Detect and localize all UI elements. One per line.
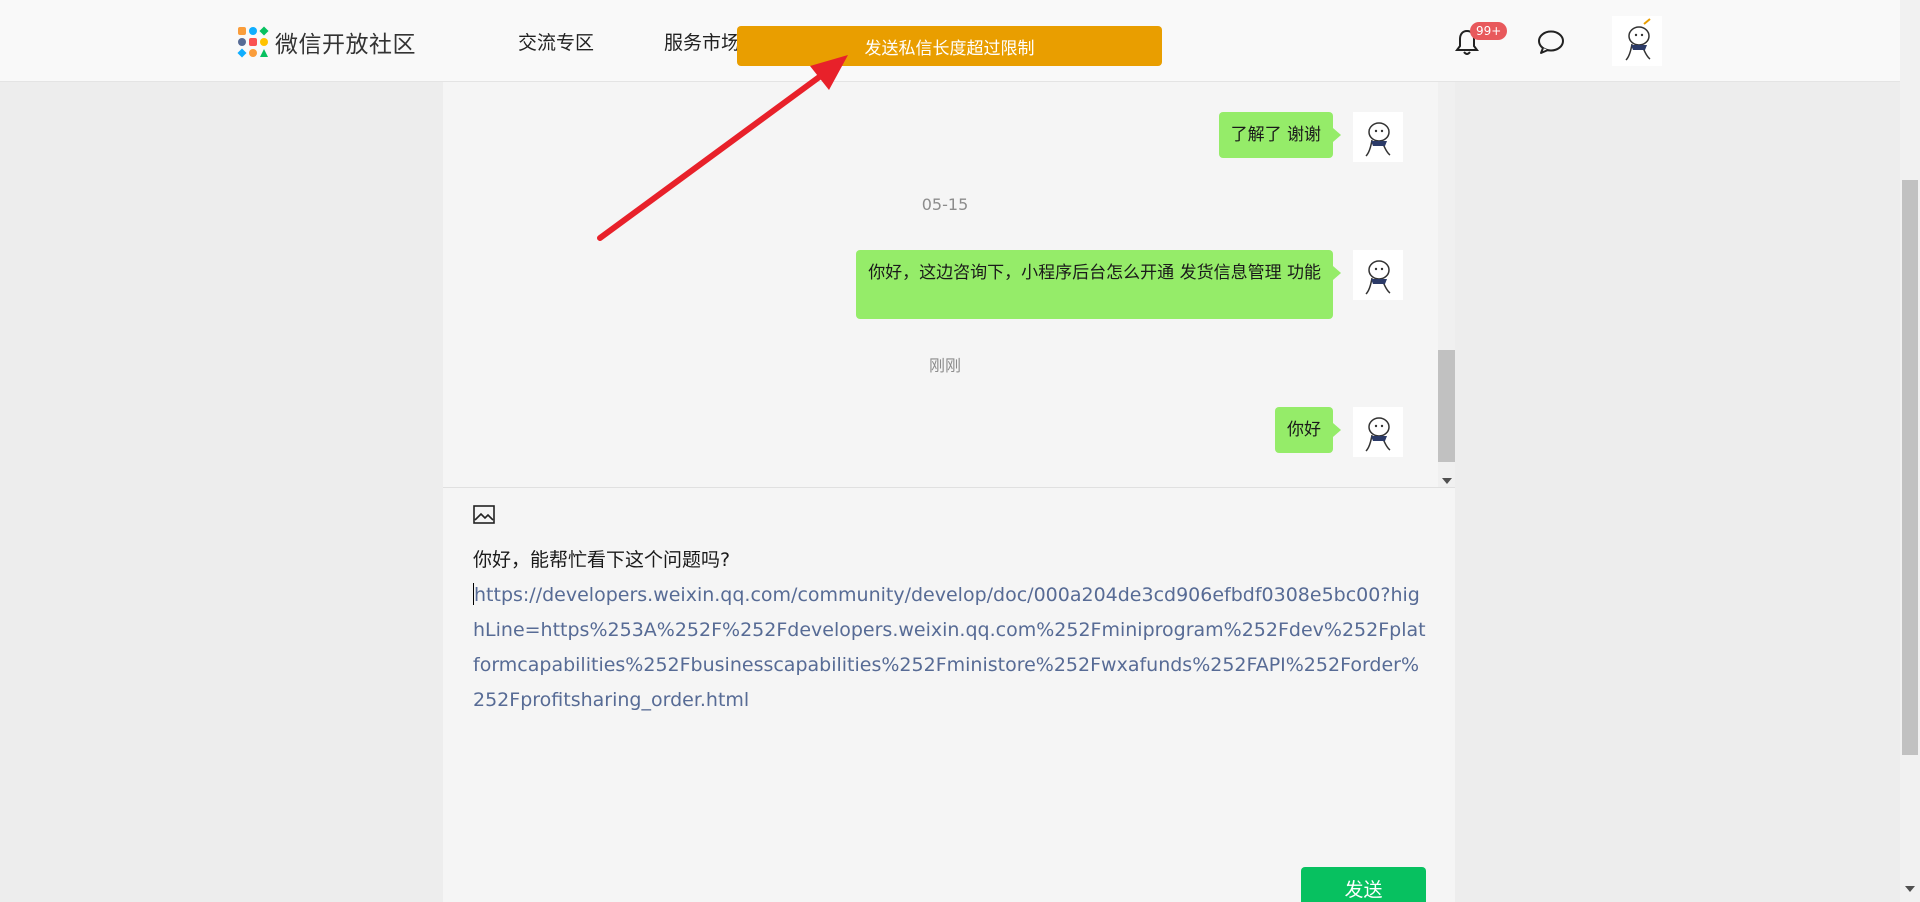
- page-scroll-down-arrow-icon[interactable]: [1905, 886, 1915, 892]
- message-row: 你好，这边咨询下，小程序后台怎么开通 发货信息管理 功能: [856, 250, 1403, 319]
- avatar-illustration-icon: [1625, 18, 1651, 61]
- logo-mark-icon: [237, 26, 269, 58]
- message-composer: 你好，能帮忙看下这个问题吗? https://developers.weixin…: [443, 488, 1455, 902]
- avatar-illustration-icon: [1365, 417, 1391, 452]
- avatar[interactable]: [1353, 250, 1403, 300]
- page-scroll-thumb[interactable]: [1902, 180, 1918, 755]
- nav-item-exchange[interactable]: 交流专区: [518, 28, 594, 55]
- chat-bubble-icon[interactable]: [1537, 29, 1565, 55]
- logo-text: 微信开放社区: [275, 32, 416, 58]
- avatar-illustration-icon: [1365, 260, 1391, 295]
- timestamp: 05-15: [921, 195, 969, 214]
- avatar[interactable]: [1353, 407, 1403, 457]
- composer-link: https://developers.weixin.qq.com/communi…: [473, 584, 1426, 711]
- image-upload-icon[interactable]: [473, 505, 495, 524]
- message-row: 你好: [1275, 407, 1403, 457]
- message-bubble: 你好，这边咨询下，小程序后台怎么开通 发货信息管理 功能: [856, 250, 1341, 319]
- message-input[interactable]: 你好，能帮忙看下这个问题吗? https://developers.weixin…: [473, 543, 1428, 718]
- chat-scrollbar[interactable]: [1438, 82, 1455, 487]
- avatar[interactable]: [1353, 112, 1403, 162]
- timestamp: 刚刚: [928, 356, 961, 375]
- send-button[interactable]: 发送: [1301, 867, 1426, 902]
- chat-scroll-thumb[interactable]: [1438, 350, 1455, 462]
- error-toast: 发送私信长度超过限制: [737, 26, 1162, 66]
- message-bubble: 了解了 谢谢: [1218, 112, 1342, 159]
- chat-history: 了解了 谢谢 05-15 你好，这边咨询下，小程序后台怎么开通 发货信息管理 功…: [443, 82, 1455, 487]
- message-bubble: 你好: [1275, 407, 1341, 454]
- message-row: 了解了 谢谢: [1218, 112, 1403, 162]
- avatar-illustration-icon: [1365, 122, 1391, 157]
- composer-line: 你好，能帮忙看下这个问题吗?: [473, 549, 731, 571]
- notification-badge: 99+: [1470, 22, 1508, 40]
- page-scrollbar[interactable]: [1900, 0, 1920, 902]
- site-logo[interactable]: 微信开放社区: [237, 26, 416, 58]
- scroll-down-arrow-icon[interactable]: [1442, 478, 1452, 484]
- user-avatar[interactable]: [1612, 16, 1662, 66]
- nav-item-service-market[interactable]: 服务市场: [664, 28, 740, 55]
